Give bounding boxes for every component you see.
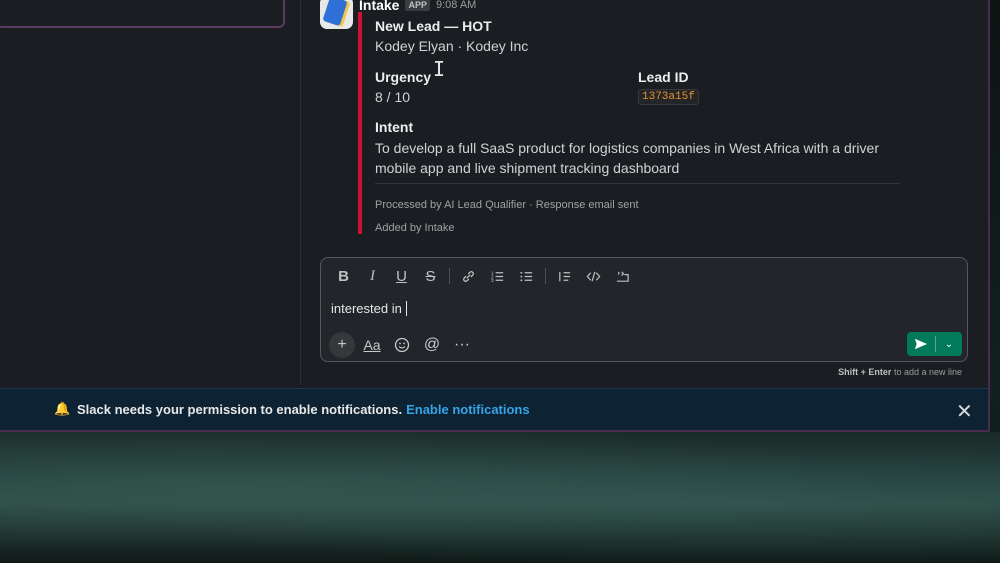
close-icon[interactable]: ✕ <box>956 399 973 424</box>
lead-id-code: 1373a15f <box>638 89 699 105</box>
ordered-list-icon[interactable]: 123 <box>483 265 512 287</box>
left-panel-card[interactable] <box>0 0 285 28</box>
banner-message: Slack needs your permission to enable no… <box>77 402 530 417</box>
link-icon[interactable] <box>454 265 483 287</box>
enable-notifications-link[interactable]: Enable notifications <box>406 402 530 417</box>
mention-icon[interactable]: @ <box>419 332 445 358</box>
app-badge: APP <box>405 0 430 11</box>
emoji-icon[interactable] <box>389 332 415 358</box>
lead-attachment: New Lead — HOT Kodey Elyan · Kodey Inc U… <box>358 12 903 234</box>
message-pane: Intake APP 9:08 AM New Lead — HOT Kodey … <box>302 0 988 385</box>
code-block-icon[interactable] <box>608 265 637 287</box>
plus-icon[interactable]: + <box>329 332 355 358</box>
banner-text: Slack needs your permission to enable no… <box>77 402 403 417</box>
strikethrough-icon[interactable]: S <box>416 265 445 287</box>
hint-key: Shift + Enter <box>838 367 892 377</box>
formatting-icon[interactable]: Aa <box>359 332 385 358</box>
send-button[interactable] <box>907 332 935 356</box>
desktop-background <box>0 432 1000 563</box>
text-caret <box>406 301 408 316</box>
left-panel <box>0 0 301 385</box>
svg-text:3: 3 <box>491 278 494 283</box>
formatting-toolbar: B I U S 123 <box>329 265 637 287</box>
attachment-divider <box>375 183 900 184</box>
added-by: Added by Intake <box>375 222 455 234</box>
hint-text: to add a new line <box>891 367 962 377</box>
notification-banner: 🔔 Slack needs your permission to enable … <box>0 388 988 430</box>
more-icon[interactable]: ··· <box>449 332 475 358</box>
app-avatar[interactable] <box>320 0 353 29</box>
composer-actions: + Aa @ ··· <box>329 332 475 358</box>
toolbar-separator <box>449 268 450 284</box>
slack-window: Intake APP 9:08 AM New Lead — HOT Kodey … <box>0 0 990 432</box>
attachment-title: New Lead — HOT <box>375 18 492 34</box>
italic-icon[interactable]: I <box>358 265 387 287</box>
send-icon <box>914 338 928 350</box>
bell-icon: 🔔 <box>54 401 71 416</box>
message-time[interactable]: 9:08 AM <box>436 0 476 11</box>
attachment-subtitle: Kodey Elyan · Kodey Inc <box>375 38 529 54</box>
newline-hint: Shift + Enter to add a new line <box>838 367 962 377</box>
blockquote-icon[interactable] <box>550 265 579 287</box>
message-composer[interactable]: B I U S 123 interested in + Aa @ ··· ⌄ <box>320 257 968 362</box>
code-icon[interactable] <box>579 265 608 287</box>
message-input-text: interested in <box>331 301 406 316</box>
processed-footer: Processed by AI Lead Qualifier · Respons… <box>375 199 639 211</box>
intent-value: To develop a full SaaS product for logis… <box>375 140 879 176</box>
bulleted-list-icon[interactable] <box>512 265 541 287</box>
urgency-label: Urgency <box>375 69 432 85</box>
book-icon <box>322 0 348 27</box>
mouse-cursor-icon: I <box>433 57 446 81</box>
intent-label: Intent <box>375 119 414 135</box>
lead-id-label: Lead ID <box>638 69 689 85</box>
send-button-group: ⌄ <box>907 332 962 356</box>
chevron-down-icon[interactable]: ⌄ <box>936 332 962 356</box>
message-input[interactable]: interested in <box>331 301 408 316</box>
underline-icon[interactable]: U <box>387 265 416 287</box>
toolbar-separator <box>545 268 546 284</box>
bold-icon[interactable]: B <box>329 265 358 287</box>
urgency-value: 8 / 10 <box>375 89 411 105</box>
